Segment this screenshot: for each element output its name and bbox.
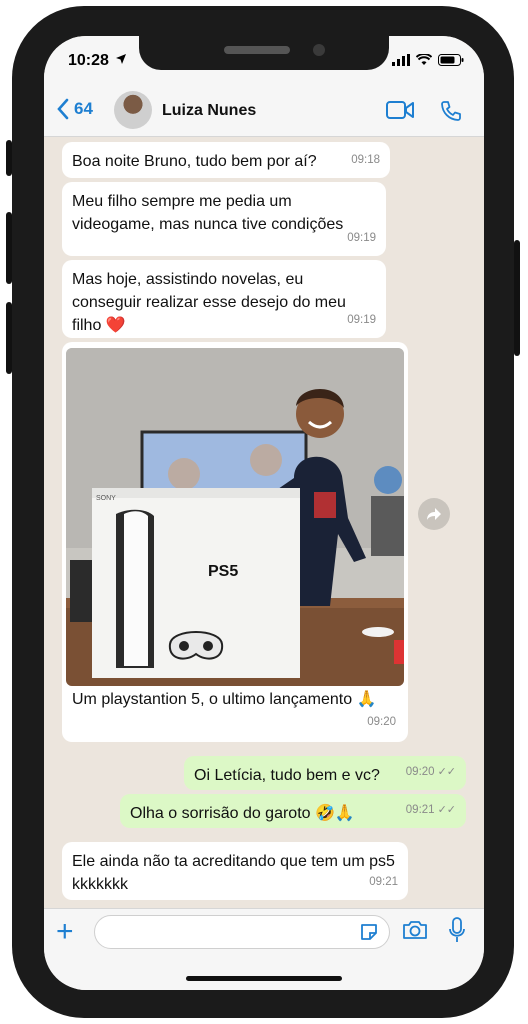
message-time: 09:19 <box>347 314 376 326</box>
camera-icon[interactable] <box>402 919 428 941</box>
message-incoming: Ele ainda não ta acreditando que tem um … <box>62 842 408 900</box>
message-text: Ele ainda não ta acreditando que tem um … <box>72 853 395 893</box>
box-brand-text: SONY <box>96 495 116 502</box>
volume-up-button <box>6 212 12 284</box>
status-icons <box>392 54 464 66</box>
sticker-icon[interactable] <box>359 922 379 942</box>
message-incoming: Meu filho sempre me pedia um videogame, … <box>62 182 386 256</box>
message-outgoing: Olha o sorrisão do garoto 🤣🙏 09:21 ✓✓ <box>120 794 466 828</box>
message-incoming: Mas hoje, assistindo novelas, eu consegu… <box>62 260 386 338</box>
back-chevron-icon <box>57 98 69 120</box>
status-time: 10:28 <box>68 52 127 70</box>
photo-ps5-boy: SONY PS5 <box>66 348 404 686</box>
video-call-icon[interactable] <box>386 100 414 120</box>
plus-icon[interactable]: + <box>56 917 74 947</box>
microphone-icon[interactable] <box>448 917 466 943</box>
message-incoming: Boa noite Bruno, tudo bem por aí? 09:18 <box>62 142 390 178</box>
avatar[interactable] <box>114 91 152 129</box>
wifi-icon <box>416 54 432 65</box>
contact-name[interactable]: Luiza Nunes <box>162 102 256 120</box>
home-indicator[interactable] <box>186 976 342 981</box>
photo-attachment[interactable]: SONY PS5 <box>66 348 404 686</box>
message-outgoing: Oi Letícia, tudo bem e vc? 09:20 ✓✓ <box>184 756 466 790</box>
message-text: Um playstantion 5, o ultimo lançamento 🙏 <box>72 691 377 708</box>
message-time: 09:19 <box>347 232 376 244</box>
message-time: 09:20 <box>405 766 435 778</box>
read-ticks-icon: ✓✓ <box>437 766 456 778</box>
read-ticks-icon: ✓✓ <box>437 804 456 816</box>
message-text: Olha o sorrisão do garoto 🤣🙏 <box>130 805 355 822</box>
power-button <box>514 240 520 356</box>
front-camera <box>313 44 325 56</box>
message-text: Oi Letícia, tudo bem e vc? <box>194 767 380 784</box>
box-logo-text: PS5 <box>208 563 238 580</box>
chat-header: 64 Luiza Nunes <box>44 88 484 137</box>
message-meta: 09:21 ✓✓ <box>406 799 456 822</box>
unread-count: 64 <box>74 99 93 118</box>
status-time-text: 10:28 <box>68 52 109 69</box>
message-meta: 09:20 ✓✓ <box>406 761 456 784</box>
speaker-grille <box>224 46 290 54</box>
message-time: 09:20 <box>367 716 396 728</box>
message-text: Meu filho sempre me pedia um videogame, … <box>72 193 344 233</box>
message-input[interactable] <box>94 915 390 949</box>
mute-switch <box>6 140 12 176</box>
message-time: 09:18 <box>351 154 380 166</box>
message-text: Boa noite Bruno, tudo bem por aí? <box>72 153 317 170</box>
location-arrow-icon <box>116 54 127 64</box>
chat-area: Boa noite Bruno, tudo bem por aí? 09:18 … <box>44 136 484 908</box>
back-button[interactable]: 64 <box>56 98 93 120</box>
phone-icon[interactable] <box>440 100 462 122</box>
share-icon <box>427 508 441 520</box>
share-button[interactable] <box>418 498 450 530</box>
photo-caption: Um playstantion 5, o ultimo lançamento 🙏… <box>62 688 406 740</box>
message-text: Mas hoje, assistindo novelas, eu consegu… <box>72 271 346 334</box>
header-actions <box>386 100 462 122</box>
notch <box>139 36 389 70</box>
battery-icon <box>438 54 464 66</box>
signal-icon <box>392 54 410 66</box>
volume-down-button <box>6 302 12 374</box>
message-time: 09:21 <box>369 876 398 888</box>
status-bar: 10:28 <box>44 36 484 88</box>
screen: 10:28 64 Luiza Nunes Boa noite Bruno, tu… <box>44 36 484 990</box>
message-time: 09:21 <box>405 804 435 816</box>
